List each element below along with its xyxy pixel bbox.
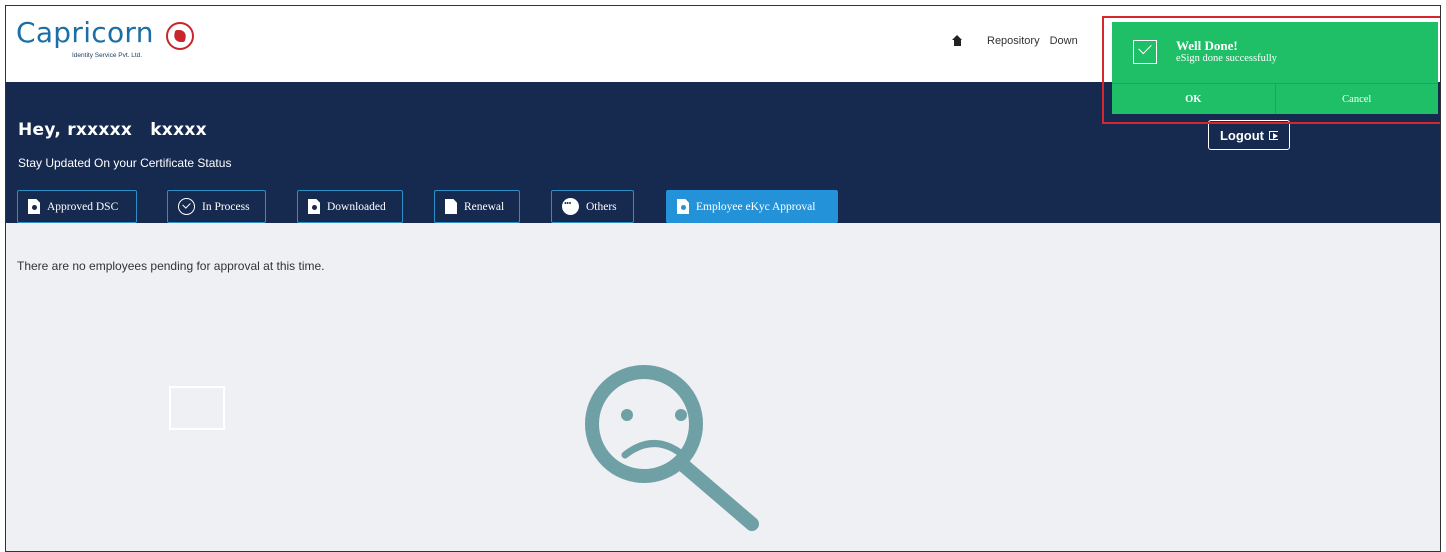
check-icon — [1133, 40, 1157, 64]
more-dots-icon — [562, 198, 579, 215]
greeting-text: Hey, — [18, 120, 62, 140]
empty-state-message: There are no employees pending for appro… — [17, 259, 325, 273]
toast-title: Well Done! — [1176, 38, 1238, 53]
nav-downloads[interactable]: Down — [1050, 35, 1078, 47]
toast-actions: OK Cancel — [1112, 83, 1438, 114]
tab-label: Downloaded — [327, 200, 386, 213]
tab-label: In Process — [202, 200, 250, 213]
tab-in-process[interactable]: In Process — [167, 190, 266, 223]
tab-renewal[interactable]: Renewal — [434, 190, 520, 223]
app-window: Capricorn Identity Service Pvt. Ltd. Rep… — [5, 5, 1441, 552]
nav-repository[interactable]: Repository — [987, 35, 1040, 47]
user-last-name: kxxxx — [150, 120, 207, 140]
tab-others[interactable]: Others — [551, 190, 634, 223]
tab-label: Others — [586, 200, 617, 213]
logo-mark-icon — [166, 22, 194, 50]
tab-downloaded[interactable]: Downloaded — [297, 190, 403, 223]
ok-button[interactable]: OK — [1112, 84, 1275, 114]
toast-message: eSign done successfully — [1176, 53, 1277, 64]
success-toast: Well Done! eSign done successfully OK Ca… — [1112, 22, 1438, 114]
tab-label: Approved DSC — [47, 200, 119, 213]
greeting: Hey, rxxxxx kxxxx — [18, 120, 207, 140]
document-icon — [28, 199, 40, 214]
logout-icon — [1269, 130, 1279, 140]
logout-button[interactable]: Logout — [1208, 120, 1290, 150]
document-icon — [308, 199, 320, 214]
document-icon — [677, 199, 689, 214]
top-nav: Repository Down — [951, 35, 1088, 47]
tab-employee-ekyc-approval[interactable]: Employee eKyc Approval — [666, 190, 838, 223]
logo[interactable]: Capricorn Identity Service Pvt. Ltd. — [16, 16, 194, 68]
clock-check-icon — [178, 198, 195, 215]
sad-search-icon — [585, 365, 759, 531]
logo-subtext: Identity Service Pvt. Ltd. — [72, 52, 143, 59]
logo-text: Capricorn — [16, 16, 154, 49]
logout-label: Logout — [1219, 127, 1265, 143]
user-first-name: rxxxxx — [67, 120, 133, 140]
tab-approved-dsc[interactable]: Approved DSC — [17, 190, 137, 223]
placeholder-box — [169, 386, 225, 430]
status-subtitle: Stay Updated On your Certificate Status — [18, 156, 232, 170]
tab-label: Employee eKyc Approval — [696, 200, 816, 213]
home-icon[interactable] — [951, 35, 963, 47]
tab-label: Renewal — [464, 200, 505, 213]
certificate-tabs: Approved DSC In Process Downloaded Renew… — [6, 190, 1440, 223]
document-icon — [445, 199, 457, 214]
cancel-button[interactable]: Cancel — [1274, 84, 1439, 114]
